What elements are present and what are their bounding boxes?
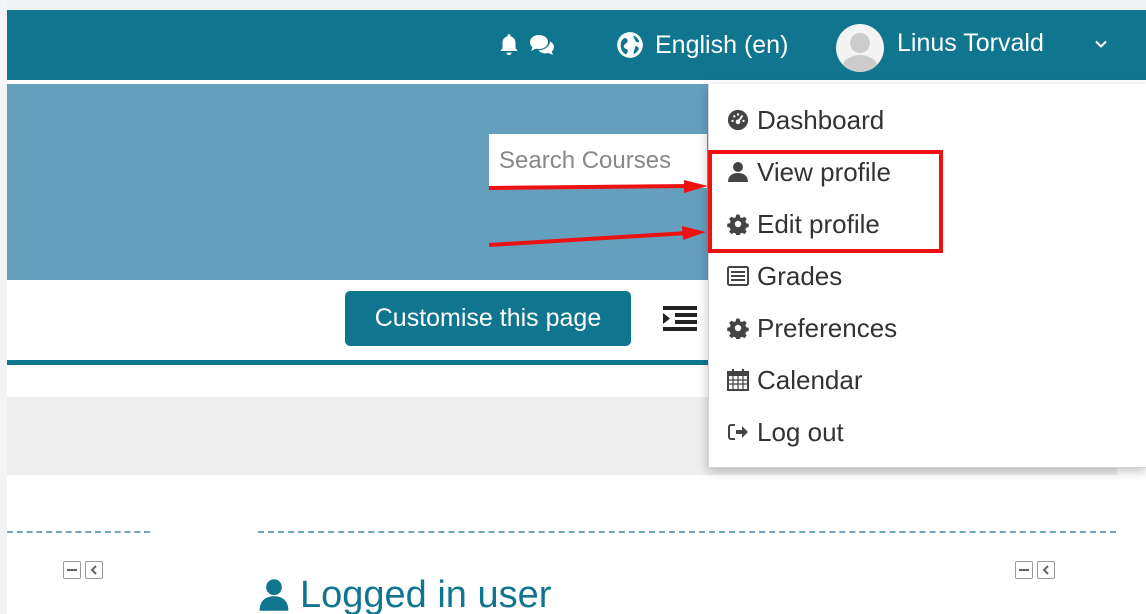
chevron-down-icon[interactable] (1093, 36, 1109, 52)
top-strip (0, 0, 1146, 10)
user-menu-dropdown: Dashboard View profile Edit profile Grad… (708, 84, 1146, 468)
user-icon (259, 579, 289, 611)
left-block-region-border (7, 531, 150, 533)
menu-item-label: Grades (757, 260, 843, 291)
menu-item-label: View profile (757, 156, 891, 187)
indent-icon[interactable] (661, 303, 699, 333)
gear-icon (727, 213, 749, 235)
dock-left-icon[interactable] (1037, 561, 1055, 579)
menu-item-log-out[interactable]: Log out (727, 412, 844, 452)
block-title-text: Logged in user (300, 574, 552, 614)
gear-icon (727, 317, 749, 339)
menu-item-preferences[interactable]: Preferences (727, 308, 897, 348)
menu-item-edit-profile[interactable]: Edit profile (727, 204, 880, 244)
chat-icon[interactable] (527, 30, 557, 60)
menu-item-view-profile[interactable]: View profile (727, 152, 891, 192)
customise-page-button[interactable]: Customise this page (345, 291, 631, 346)
globe-icon[interactable] (615, 30, 645, 60)
user-icon (727, 161, 749, 183)
minus-icon[interactable] (63, 561, 81, 579)
dashboard-icon (727, 109, 749, 131)
header-divider (7, 360, 713, 365)
menu-item-label: Log out (757, 416, 844, 447)
left-block-controls (63, 561, 103, 579)
logout-icon (727, 421, 749, 443)
calendar-icon (727, 369, 749, 391)
avatar[interactable] (836, 24, 884, 72)
menu-item-dashboard[interactable]: Dashboard (727, 100, 884, 140)
menu-item-calendar[interactable]: Calendar (727, 360, 863, 400)
menu-item-label: Dashboard (757, 104, 885, 135)
top-navbar: English (en) Linus Torvald (7, 10, 1146, 80)
menu-item-label: Edit profile (757, 208, 880, 239)
menu-item-label: Preferences (757, 312, 898, 343)
dock-left-icon[interactable] (85, 561, 103, 579)
left-edge (0, 0, 7, 614)
menu-item-label: Calendar (757, 364, 863, 395)
search-courses-input[interactable] (489, 134, 707, 188)
grades-icon (727, 265, 749, 287)
user-name[interactable]: Linus Torvald (897, 26, 1044, 60)
right-block-controls (1015, 561, 1055, 579)
language-menu[interactable]: English (en) (655, 28, 788, 62)
block-title: Logged in user (258, 570, 551, 614)
menu-item-grades[interactable]: Grades (727, 256, 842, 296)
main-block-region-border (258, 531, 1116, 533)
minus-icon[interactable] (1015, 561, 1033, 579)
bell-icon[interactable] (494, 30, 524, 60)
